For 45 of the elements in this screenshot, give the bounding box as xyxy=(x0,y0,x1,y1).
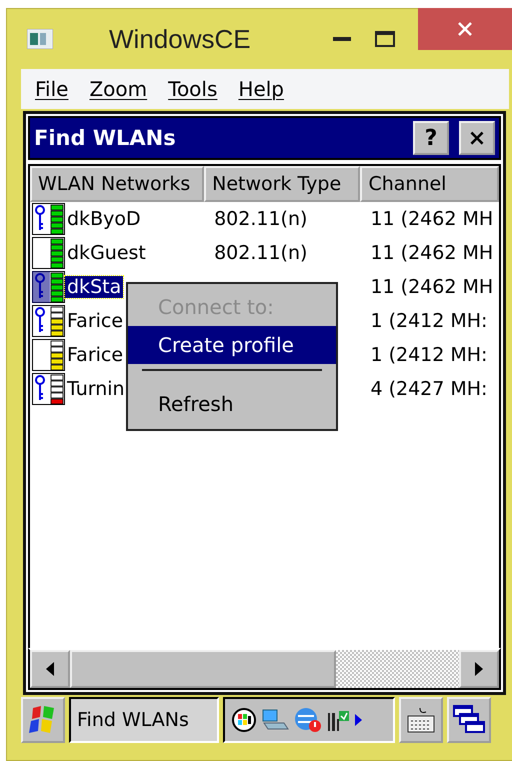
network-name[interactable]: dkByoD xyxy=(65,208,143,230)
close-button[interactable]: × xyxy=(459,121,495,155)
keyboard-button[interactable] xyxy=(399,697,443,743)
channel-text: 11 (2462 MH xyxy=(370,276,494,298)
scroll-right-button[interactable] xyxy=(459,650,499,688)
dialog-title: Find WLANs xyxy=(34,126,177,150)
network-type: 802.11(n) xyxy=(214,208,308,230)
channel-text: 1 (2412 MH: xyxy=(370,310,488,332)
keyboard-icon xyxy=(406,706,436,734)
stacked-windows-icon xyxy=(453,705,485,735)
network-status-icon[interactable] xyxy=(231,707,257,733)
help-button[interactable]: ? xyxy=(413,121,449,155)
menu-item[interactable]: File xyxy=(35,77,68,101)
network-type: 802.11(n) xyxy=(214,242,308,264)
column-header[interactable]: Network Type xyxy=(204,166,360,202)
menu-item[interactable]: Create profile xyxy=(128,326,336,364)
column-header[interactable]: Channel xyxy=(360,166,499,202)
window-title: WindowsCE xyxy=(109,24,252,54)
menu-item[interactable]: Zoom xyxy=(89,77,148,101)
start-button[interactable] xyxy=(21,697,65,743)
network-name[interactable]: Farice xyxy=(65,310,126,332)
expand-arrow-icon[interactable] xyxy=(355,714,362,726)
scroll-left-button[interactable] xyxy=(30,650,70,688)
channel-text: 11 (2462 MH xyxy=(370,242,494,264)
menu-item[interactable]: Refresh xyxy=(128,385,336,423)
channel-text: 11 (2462 MH xyxy=(370,208,494,230)
windows-button[interactable] xyxy=(447,697,491,743)
column-header[interactable]: WLAN Networks xyxy=(30,166,204,202)
horizontal-scrollbar[interactable] xyxy=(28,648,501,690)
network-name[interactable]: Turnin xyxy=(65,378,127,400)
right-arrow-icon xyxy=(475,662,483,676)
menu-item[interactable]: Tools xyxy=(168,77,218,101)
maximize-icon[interactable] xyxy=(375,31,395,47)
app-icon xyxy=(27,29,53,49)
menu-item[interactable]: Help xyxy=(238,77,284,101)
left-arrow-icon xyxy=(46,662,54,676)
network-name[interactable]: Farice xyxy=(65,344,126,366)
channel-text: 4 (2427 MH: xyxy=(370,378,488,400)
globe-alert-icon[interactable] xyxy=(293,706,323,734)
network-name[interactable]: dkSta xyxy=(65,276,124,298)
close-icon xyxy=(457,21,473,37)
network-name[interactable]: dkGuest xyxy=(65,242,148,264)
scroll-thumb[interactable] xyxy=(70,650,336,688)
channel-text: 1 (2412 MH: xyxy=(370,344,488,366)
taskbar-task[interactable]: Find WLANs xyxy=(69,697,219,743)
